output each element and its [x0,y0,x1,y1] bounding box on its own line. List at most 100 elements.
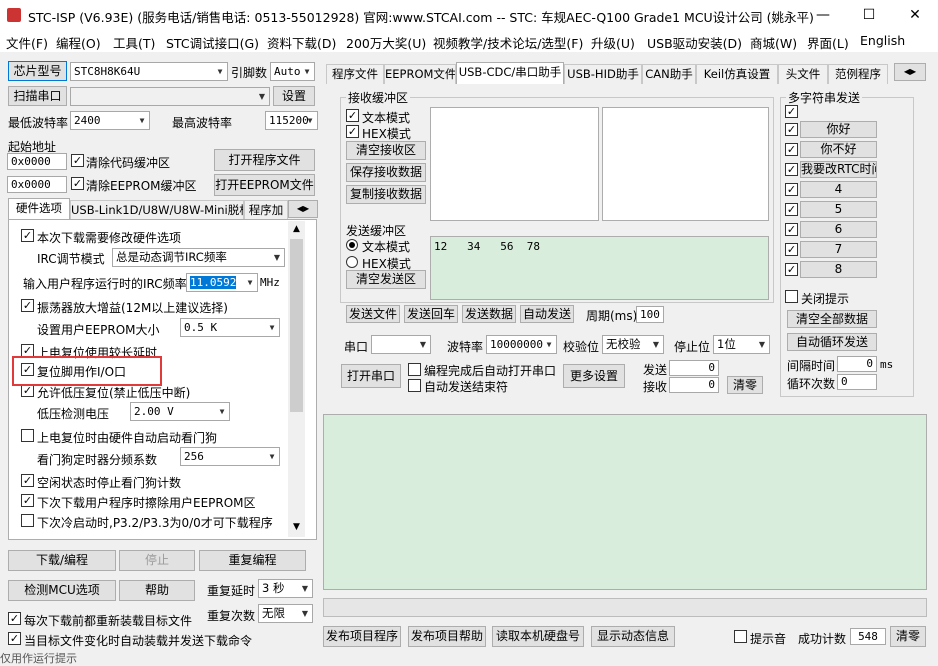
clear-code-checkbox[interactable]: ✓ [71,154,84,167]
wdt-auto-checkbox[interactable] [21,429,34,442]
menu-program[interactable]: 编程(O) [56,33,101,52]
send-cr-button[interactable]: 发送回车 [404,305,458,323]
rx-hex-area[interactable] [602,107,769,221]
address-input-1[interactable]: 0x0000 [7,153,67,170]
scroll-down-icon[interactable]: ▼ [288,519,305,535]
check-mcu-button[interactable]: 检测MCU选项 [8,580,116,601]
copy-rx-button[interactable]: 复制接收数据 [346,185,426,204]
rx-text-area[interactable] [430,107,599,221]
clear-tx-button[interactable]: 清空发送区 [346,270,426,289]
tab-program-file[interactable]: 程序文件 [326,64,384,84]
menu-debug[interactable]: STC调试接口(G) [166,33,259,52]
auto-end-checkbox[interactable] [408,379,421,392]
multi-row-checkbox-4[interactable]: ✓ [785,183,798,196]
port-select[interactable]: ▼ [371,335,431,354]
port-list-select[interactable]: ▼ [70,87,270,106]
chip-model-button[interactable]: 芯片型号 [8,61,67,81]
osc-gain-checkbox[interactable]: ✓ [21,299,34,312]
read-disk-id-button[interactable]: 读取本机硬盘号 [492,626,584,647]
repeat-delay-select[interactable]: 3 秒 ▼ [258,579,313,598]
scroll-thumb[interactable] [290,239,303,412]
publish-program-button[interactable]: 发布项目程序 [323,626,401,647]
download-program-button[interactable]: 下载/编程 [8,550,116,571]
menu-download[interactable]: 资料下载(D) [267,33,336,52]
menu-award[interactable]: 200万大奖(U) [346,33,426,52]
open-eeprom-button[interactable]: 打开EEPROM文件 [214,174,315,196]
auto-open-port-checkbox[interactable] [408,363,421,376]
eeprom-size-select[interactable]: 0.5 K ▼ [180,318,280,337]
menu-upgrade[interactable]: 升级(U) [591,33,635,52]
rx-hex-mode-checkbox[interactable]: ✓ [346,125,359,138]
multi-send-button-3[interactable]: 我要改RTC时间 [800,161,877,178]
close-button[interactable]: ✕ [892,0,938,30]
multi-send-button-6[interactable]: 6 [800,221,877,238]
clear-eeprom-checkbox[interactable]: ✓ [71,177,84,190]
multi-row-checkbox-7[interactable]: ✓ [785,243,798,256]
period-input[interactable]: 100 [636,306,664,323]
settings-button[interactable]: 设置 [273,86,315,106]
open-program-button[interactable]: 打开程序文件 [214,149,315,171]
tx-hex-mode-radio[interactable] [346,256,358,268]
maximize-button[interactable]: ☐ [846,0,892,30]
max-baud-select[interactable]: 115200 ▼ [265,111,318,130]
tab-header[interactable]: 头文件 [778,64,828,84]
tab-keil[interactable]: Keil仿真设置 [696,64,778,84]
minimize-button[interactable]: — [800,0,846,30]
pins-select[interactable]: Auto ▼ [270,62,315,81]
menu-tools[interactable]: 工具(T) [113,33,155,52]
reload-each-checkbox[interactable]: ✓ [8,612,21,625]
tab-can[interactable]: CAN助手 [642,64,696,84]
multi-row-checkbox-5[interactable]: ✓ [785,203,798,216]
multi-row-checkbox-1[interactable]: ✓ [785,123,798,136]
menu-file[interactable]: 文件(F) [6,33,48,52]
idle-stop-wdt-checkbox[interactable]: ✓ [21,474,34,487]
multi-send-button-4[interactable]: 4 [800,181,877,198]
tip-sound-checkbox[interactable] [734,630,747,643]
repeat-count-select[interactable]: 无限 ▼ [258,604,313,623]
menu-video[interactable]: 视频教学/技术论坛/选型(F) [433,33,583,52]
tab-examples[interactable]: 范例程序 [828,64,888,84]
options-scrollbar[interactable]: ▲ ▼ [288,221,305,537]
address-input-2[interactable]: 0x0000 [7,176,67,193]
multi-send-button-5[interactable]: 5 [800,201,877,218]
help-button[interactable]: 帮助 [119,580,195,601]
scan-port-button[interactable]: 扫描串口 [8,86,67,106]
stop-bits-select[interactable]: 1位 ▼ [713,335,770,354]
clear-all-button[interactable]: 清空全部数据 [787,310,877,328]
low-voltage-select[interactable]: 2.00 V ▼ [130,402,230,421]
tx-text-area[interactable]: 12 34 56 78 [430,236,769,300]
scroll-up-icon[interactable]: ▲ [288,221,305,237]
erase-eeprom-checkbox[interactable]: ✓ [21,494,34,507]
modify-options-checkbox[interactable]: ✓ [21,229,34,242]
send-data-button[interactable]: 发送数据 [462,305,516,323]
more-settings-button[interactable]: 更多设置 [563,364,625,388]
open-port-button[interactable]: 打开串口 [341,364,401,388]
auto-reload-checkbox[interactable]: ✓ [8,632,21,645]
irc-mode-select[interactable]: 总是动态调节IRC频率 ▼ [112,248,285,267]
right-tab-scroll[interactable]: ◀▶ [894,63,926,81]
multi-send-button-1[interactable]: 你好 [800,121,877,138]
tx-text-mode-radio[interactable] [346,239,358,251]
multi-send-button-8[interactable]: 8 [800,261,877,278]
irc-freq-select[interactable]: 11.0592 ▼ [186,273,258,292]
tab-hardware-options[interactable]: 硬件选项 [8,198,70,220]
clear-rx-button[interactable]: 清空接收区 [346,141,426,160]
multi-row-checkbox-8[interactable]: ✓ [785,263,798,276]
output-area[interactable] [323,414,927,590]
clear-success-button[interactable]: 清零 [890,626,926,647]
tab-usb-hid[interactable]: USB-HID助手 [564,64,642,84]
stop-button[interactable]: 停止 [119,550,195,571]
save-rx-button[interactable]: 保存接收数据 [346,163,426,182]
p32-download-checkbox[interactable] [21,514,34,527]
wdt-divider-select[interactable]: 256 ▼ [180,447,280,466]
rx-text-mode-checkbox[interactable]: ✓ [346,109,359,122]
tab-eeprom-file[interactable]: EEPROM文件 [384,64,456,84]
tab-usb-link[interactable]: USB-Link1D/U8W/U8W-Mini脱机 [70,200,244,220]
multi-send-button-7[interactable]: 7 [800,241,877,258]
publish-help-button[interactable]: 发布项目帮助 [408,626,486,647]
reprogram-button[interactable]: 重复编程 [199,550,306,571]
multi-row-checkbox-6[interactable]: ✓ [785,223,798,236]
multi-send-button-2[interactable]: 你不好 [800,141,877,158]
menu-ui[interactable]: 界面(L) [807,33,849,52]
multi-row-checkbox-2[interactable]: ✓ [785,143,798,156]
